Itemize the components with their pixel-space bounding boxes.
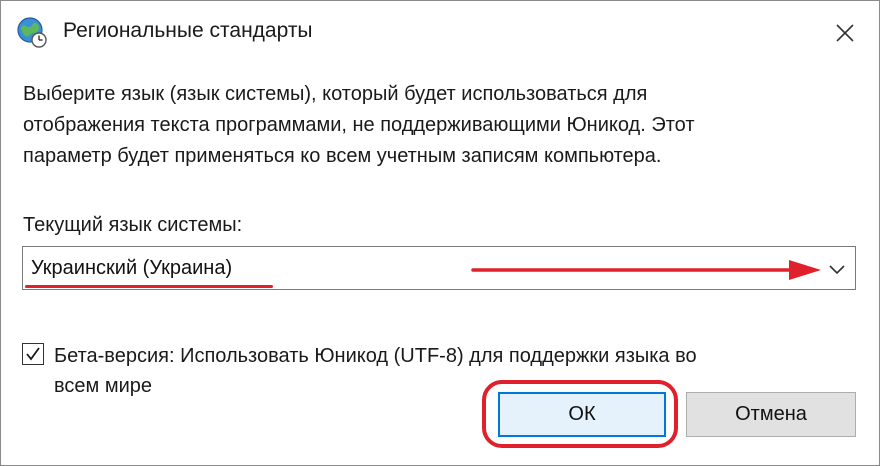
description-text: Выберите язык (язык системы), который бу… — [23, 79, 863, 172]
globe-clock-icon — [17, 17, 47, 48]
ok-button[interactable]: ОК — [498, 392, 666, 437]
annotation-arrow-icon — [471, 260, 821, 280]
description-line: отображения текста программами, не подде… — [23, 114, 695, 136]
title-bar[interactable]: Региональные стандарты — [1, 1, 879, 63]
system-locale-value: Украинский (Украина) — [31, 257, 233, 279]
utf8-beta-checkbox[interactable] — [22, 343, 44, 365]
regional-settings-dialog: Региональные стандарты Выберите язык (яз… — [0, 0, 880, 466]
utf8-beta-label-line: Бета-версия: Использовать Юникод (UTF-8)… — [54, 345, 697, 367]
window-title: Региональные стандарты — [63, 19, 313, 42]
close-icon — [836, 24, 854, 42]
description-line: параметр будет применяться ко всем учетн… — [23, 145, 662, 167]
checkmark-icon — [26, 347, 40, 361]
system-locale-label: Текущий язык системы: — [23, 214, 243, 236]
cancel-button[interactable]: Отмена — [686, 392, 856, 437]
annotation-underline — [25, 285, 273, 288]
chevron-down-icon[interactable] — [827, 259, 847, 279]
description-line: Выберите язык (язык системы), который бу… — [23, 83, 648, 105]
close-button[interactable] — [825, 13, 865, 53]
